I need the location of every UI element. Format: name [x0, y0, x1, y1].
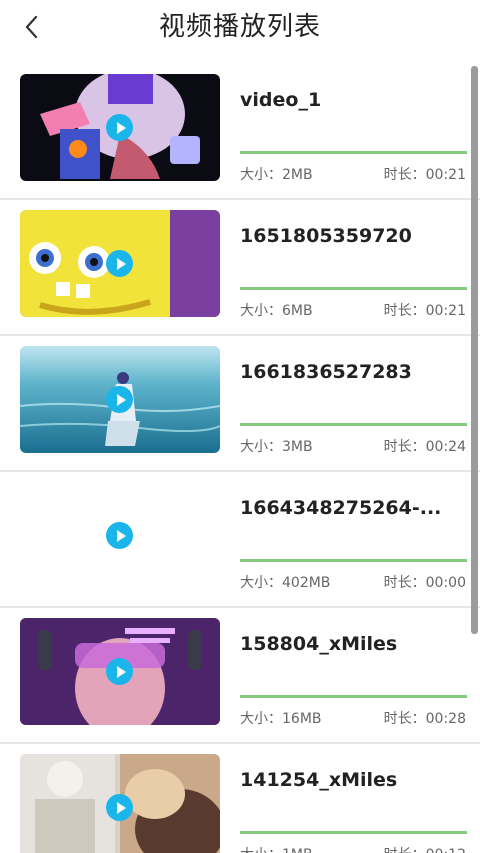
progress-bar — [240, 151, 467, 154]
video-thumbnail[interactable] — [20, 482, 220, 589]
play-icon[interactable] — [106, 114, 133, 141]
progress-bar — [240, 559, 467, 562]
video-list-item[interactable]: video_1 大小：2MB 时长：00:21 — [0, 64, 480, 200]
play-icon[interactable] — [106, 386, 133, 413]
video-title: 1661836527283 — [240, 361, 412, 383]
video-thumbnail[interactable] — [20, 754, 220, 853]
video-list-item[interactable]: 141254_xMiles 大小：1MB 时长：00:12 — [0, 744, 480, 853]
video-title: 158804_xMiles — [240, 633, 398, 655]
progress-bar — [240, 695, 467, 698]
video-list-item[interactable]: 1661836527283 大小：3MB 时长：00:24 — [0, 336, 480, 472]
progress-bar — [240, 287, 467, 290]
video-title: 1651805359720 — [240, 225, 412, 247]
video-duration: 时长：00:28 — [383, 711, 466, 727]
page-title: 视频播放列表 — [158, 12, 321, 42]
play-icon[interactable] — [106, 794, 133, 821]
video-size: 大小：6MB — [240, 303, 313, 319]
video-list[interactable]: video_1 大小：2MB 时长：00:21 1651805359720 大小… — [0, 64, 480, 853]
video-title: 141254_xMiles — [240, 769, 398, 791]
video-title: video_1 — [240, 89, 322, 111]
video-duration: 时长：00:00 — [383, 575, 466, 591]
video-list-item[interactable]: 1651805359720 大小：6MB 时长：00:21 — [0, 200, 480, 336]
video-thumbnail[interactable] — [20, 618, 220, 725]
video-thumbnail[interactable] — [20, 346, 220, 453]
video-list-item[interactable]: 158804_xMiles 大小：16MB 时长：00:28 — [0, 608, 480, 744]
video-size: 大小：2MB — [240, 167, 313, 183]
video-size: 大小：3MB — [240, 439, 313, 455]
video-size: 大小：402MB — [240, 575, 331, 591]
progress-bar — [240, 831, 467, 834]
video-duration: 时长：00:24 — [383, 439, 466, 455]
header-bar: 视频播放列表 — [0, 0, 480, 56]
video-size: 大小：16MB — [240, 711, 322, 727]
video-duration: 时长：00:12 — [384, 844, 466, 853]
play-icon[interactable] — [106, 658, 133, 685]
scrollbar[interactable] — [471, 66, 478, 634]
play-icon[interactable] — [106, 522, 133, 549]
video-title: 1664348275264-... — [240, 497, 442, 519]
video-duration: 时长：00:21 — [383, 303, 466, 319]
video-duration: 时长：00:21 — [383, 167, 466, 183]
video-size: 大小：1MB — [240, 844, 313, 853]
video-thumbnail[interactable] — [20, 210, 220, 317]
progress-bar — [240, 423, 467, 426]
video-thumbnail[interactable] — [20, 74, 220, 181]
play-icon[interactable] — [106, 250, 133, 277]
video-list-item[interactable]: 1664348275264-... 大小：402MB 时长：00:00 — [0, 472, 480, 608]
